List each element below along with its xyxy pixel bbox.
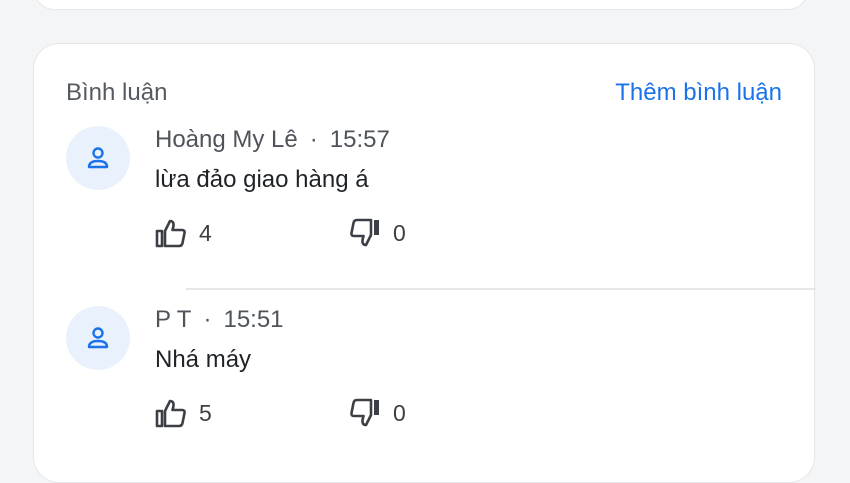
comments-card: Bình luận Thêm bình luận Hoàng My Lê · 15:… (33, 43, 816, 483)
thumbs-up-icon (155, 219, 186, 248)
comment-meta: Hoàng My Lê · 15:57 (155, 126, 390, 154)
person-icon (87, 327, 109, 349)
thumbs-down-icon (350, 398, 379, 427)
comment-divider (186, 288, 816, 290)
avatar[interactable] (66, 126, 130, 190)
meta-separator: · (309, 126, 318, 153)
comment-time: 15:57 (329, 126, 390, 153)
like-count: 5 (199, 399, 212, 426)
meta-separator: · (203, 306, 212, 333)
dislike-button[interactable]: 0 (349, 218, 406, 248)
comment-time: 15:51 (223, 306, 284, 333)
add-comment-link[interactable]: Thêm bình luận (615, 79, 782, 107)
comment-text: lừa đảo giao hàng á (155, 166, 369, 193)
thumbs-up-icon (155, 399, 186, 428)
previous-card (34, 0, 808, 10)
dislike-count: 0 (393, 399, 406, 426)
comments-title: Bình luận (66, 79, 168, 106)
comment-author: P T (155, 306, 192, 333)
avatar[interactable] (66, 306, 130, 370)
comments-header: Bình luận Thêm bình luận (66, 78, 782, 108)
comment-text: Nhá máy (155, 346, 252, 373)
like-count: 4 (199, 219, 212, 246)
comment-meta: P T · 15:51 (155, 306, 284, 334)
person-icon (87, 147, 109, 169)
comment-author: Hoàng My Lê (155, 126, 298, 153)
dislike-button[interactable]: 0 (349, 398, 406, 428)
dislike-count: 0 (393, 219, 406, 246)
thumbs-down-icon (350, 218, 379, 247)
like-button[interactable]: 4 (155, 218, 212, 248)
like-button[interactable]: 5 (155, 398, 212, 428)
